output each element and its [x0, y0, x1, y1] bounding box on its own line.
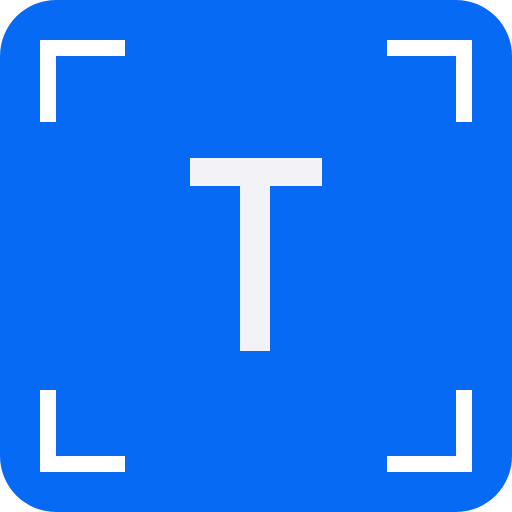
text-recognition-icon: [0, 0, 512, 512]
app-icon: [0, 0, 512, 512]
